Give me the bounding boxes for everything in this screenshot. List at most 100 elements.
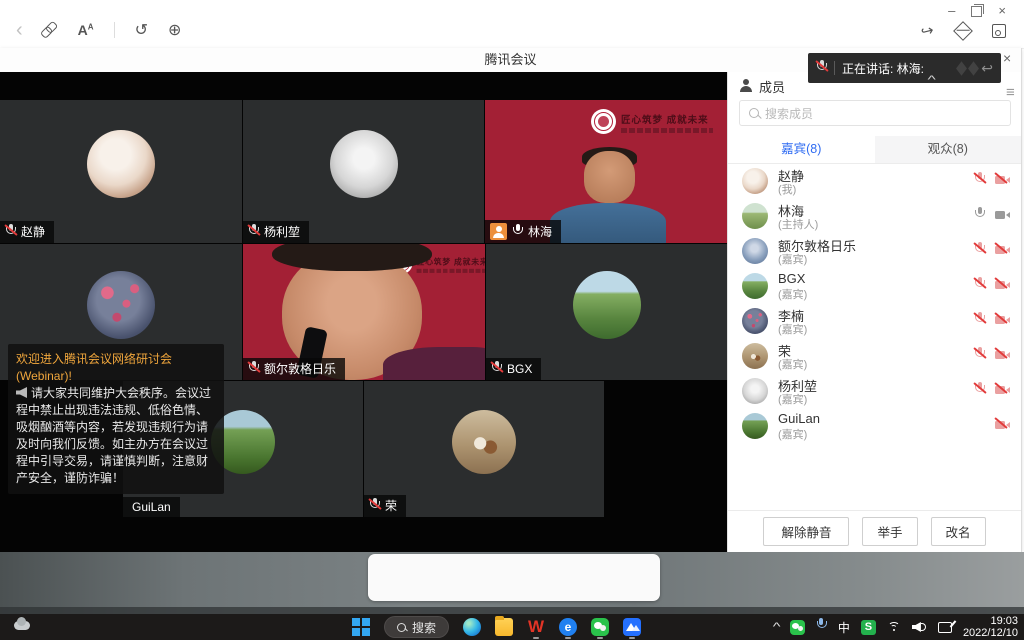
members-icon: [739, 79, 753, 92]
globe-icon[interactable]: ⊕: [168, 20, 181, 40]
edge-icon[interactable]: [463, 618, 481, 636]
desktop-strip: [0, 552, 1024, 614]
tile-participant-name: 林海: [528, 225, 552, 239]
member-avatar: [742, 273, 768, 299]
mic-on-icon: [512, 224, 523, 240]
mic-muted-icon: [974, 172, 985, 190]
member-row[interactable]: 林海(主持人): [728, 199, 1021, 234]
font-size-icon[interactable]: AA: [78, 22, 94, 38]
tile-participant-name: 荣: [385, 499, 397, 513]
member-row[interactable]: 额尔敦格日乐(嘉宾): [728, 234, 1021, 269]
camera-muted-icon: [995, 417, 1010, 435]
reply-arrow-icon: ↩: [981, 60, 993, 77]
participant-avatar: [452, 410, 516, 474]
start-button[interactable]: [352, 618, 370, 636]
video-tile-BGX[interactable]: BGX: [486, 244, 727, 380]
panel-menu-icon[interactable]: ≡: [1006, 84, 1015, 101]
meeting-window: 腾讯会议 赵静杨利堃匠心筑梦 成就未来林海匠心筑梦 成就未来额尔敦格日乐BGXG…: [0, 48, 1022, 552]
logo-seal-icon: [591, 109, 616, 134]
panel-close-icon[interactable]: ×: [1003, 50, 1011, 66]
video-tile-赵静[interactable]: 赵静: [0, 100, 242, 243]
screenshot-icon[interactable]: [992, 24, 1006, 38]
member-row[interactable]: 荣(嘉宾): [728, 339, 1021, 374]
search-placeholder: 搜索成员: [765, 105, 813, 122]
member-row[interactable]: 赵静(我): [728, 164, 1021, 199]
member-row[interactable]: 杨利堃(嘉宾): [728, 374, 1021, 409]
rename-button[interactable]: 改名: [931, 517, 986, 546]
camera-muted-icon: [995, 312, 1010, 330]
video-tile-林海[interactable]: 匠心筑梦 成就未来林海: [485, 100, 727, 243]
screen: ‹ AA ↺ ⊕ ↪ – × 腾讯会议 赵静杨利堃匠心筑梦 成就未来林海匠心筑梦…: [0, 0, 1024, 640]
weather-widget-icon[interactable]: [12, 617, 36, 637]
minimize-button[interactable]: –: [948, 4, 955, 18]
video-tile-杨利堃[interactable]: 杨利堃: [243, 100, 484, 243]
share-icon[interactable]: ↪: [919, 21, 936, 42]
link-icon[interactable]: [40, 19, 61, 40]
meeting-logo: 匠心筑梦 成就未来: [591, 109, 713, 134]
tile-name-label: 额尔敦格日乐: [243, 358, 345, 380]
cube-icon[interactable]: [953, 21, 973, 41]
member-role: (嘉宾): [778, 356, 807, 372]
member-search-input[interactable]: 搜索成员: [739, 100, 1011, 126]
wechat-icon[interactable]: [591, 618, 609, 636]
member-role: (嘉宾): [778, 286, 807, 302]
member-row[interactable]: GuiLan(嘉宾): [728, 409, 1021, 444]
member-avatar: [742, 308, 768, 334]
microphone-tray-icon[interactable]: [816, 618, 827, 636]
tencent-meeting-icon[interactable]: [623, 618, 641, 636]
logo-english-line: [621, 128, 713, 133]
watermark-shape-icon: [956, 61, 967, 76]
tile-name-label: 赵静: [0, 221, 54, 243]
member-avatar: [742, 238, 768, 264]
pen-icon[interactable]: [938, 622, 952, 633]
taskbar-search-label: 搜索: [412, 619, 436, 636]
mic-muted-icon: [974, 347, 985, 365]
close-button[interactable]: ×: [998, 4, 1006, 18]
toast-collapse-caret[interactable]: ^: [927, 74, 935, 86]
member-role: (嘉宾): [778, 321, 807, 337]
video-grid: 赵静杨利堃匠心筑梦 成就未来林海匠心筑梦 成就未来额尔敦格日乐BGXGuiLan…: [0, 72, 727, 552]
tile-participant-name: GuiLan: [132, 500, 171, 514]
wifi-icon[interactable]: [887, 622, 901, 633]
maximize-button[interactable]: [971, 6, 982, 17]
participant-avatar: [87, 130, 155, 198]
person-head: [584, 151, 635, 202]
member-avatar: [742, 168, 768, 194]
tab-guests[interactable]: 嘉宾(8): [728, 136, 875, 163]
member-row[interactable]: BGX(嘉宾): [728, 269, 1021, 304]
members-panel: 成员 搜索成员 嘉宾(8) 观众(8) 赵静(我)林海(主持人)额尔敦格日乐(嘉…: [727, 72, 1021, 552]
notice-title: 欢迎进入腾讯会议网络研讨会(Webinar)!: [16, 351, 216, 385]
video-tile-荣[interactable]: 荣: [364, 381, 604, 517]
taskbar-clock[interactable]: 19:03 2022/12/10: [963, 615, 1018, 640]
background-window: [368, 554, 660, 601]
tray-expand-icon[interactable]: ^: [772, 621, 780, 633]
tile-name-label: 荣: [364, 495, 406, 517]
wechat-tray-icon[interactable]: [790, 620, 805, 635]
tile-participant-name: 杨利堃: [264, 225, 300, 239]
back-icon[interactable]: ‹: [16, 22, 23, 38]
taskbar-search[interactable]: 搜索: [384, 616, 449, 638]
mic-muted-icon: [974, 242, 985, 260]
wps-icon[interactable]: W: [527, 618, 545, 636]
speaking-label: 正在讲话: 林海:: [842, 60, 924, 77]
mic-muted-icon: [974, 277, 985, 295]
sogou-icon[interactable]: S: [861, 620, 876, 635]
mic-muted-icon: [816, 60, 827, 76]
video-tile-额尔敦格日乐[interactable]: 匠心筑梦 成就未来额尔敦格日乐: [243, 244, 485, 380]
ime-indicator[interactable]: 中: [838, 619, 850, 636]
raise-hand-button[interactable]: 举手: [862, 517, 917, 546]
member-row[interactable]: 李楠(嘉宾): [728, 304, 1021, 339]
unmute-button[interactable]: 解除静音: [763, 517, 849, 546]
refresh-icon[interactable]: ↺: [135, 20, 148, 40]
volume-icon[interactable]: [912, 621, 927, 633]
member-avatar: [742, 203, 768, 229]
person-shoulder: [383, 347, 485, 380]
notice-body: 请大家共同维护大会秩序。会议过程中禁止出现违法违规、低俗色情、吸烟酗酒等内容，若…: [16, 385, 216, 487]
logo-english-line: [417, 269, 485, 273]
file-explorer-icon[interactable]: [495, 618, 513, 636]
tab-audience[interactable]: 观众(8): [875, 136, 1022, 163]
mic-muted-icon: [974, 382, 985, 400]
blue-app-icon[interactable]: e: [559, 618, 577, 636]
member-avatar: [742, 343, 768, 369]
clock-time: 19:03: [963, 615, 1018, 628]
